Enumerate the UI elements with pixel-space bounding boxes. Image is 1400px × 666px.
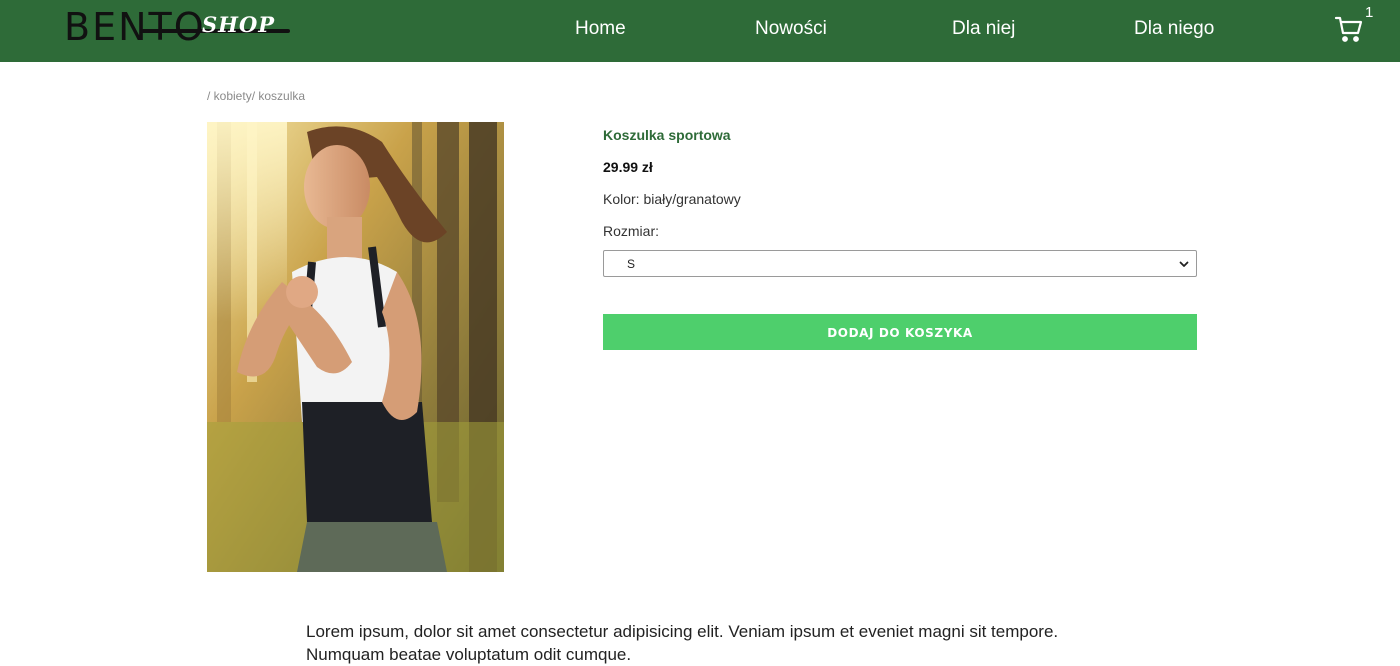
logo-main-text: BENTO — [64, 5, 206, 49]
logo-shop-text: SHOP — [202, 12, 276, 37]
product-description: Lorem ipsum, dolor sit amet consectetur … — [306, 622, 1059, 664]
nav-dla-niej[interactable]: Dla niej — [952, 18, 1015, 40]
cart-icon[interactable] — [1334, 14, 1364, 44]
add-to-cart-button[interactable]: DODAJ DO KOSZYKA — [603, 314, 1197, 350]
product-price: 29.99 zł — [603, 159, 653, 175]
nav-dla-niego[interactable]: Dla niego — [1134, 18, 1214, 40]
cart-count-badge: 1 — [1365, 4, 1374, 21]
size-label: Rozmiar: — [603, 223, 660, 239]
size-select[interactable]: S — [603, 250, 1197, 277]
product-image — [207, 122, 504, 572]
nav-home[interactable]: Home — [575, 18, 626, 40]
size-select-value: S — [627, 257, 636, 271]
site-logo[interactable]: BENTO SHOP — [64, 5, 290, 49]
chevron-down-icon — [1178, 257, 1190, 269]
breadcrumb[interactable]: / kobiety/ koszulka — [207, 89, 305, 103]
top-navbar: BENTO SHOP Home Nowości Dla niej Dla nie… — [0, 0, 1400, 62]
product-title: Koszulka sportowa — [603, 127, 731, 143]
nav-nowosci[interactable]: Nowości — [755, 18, 827, 40]
product-color: Kolor: biały/granatowy — [603, 191, 741, 207]
